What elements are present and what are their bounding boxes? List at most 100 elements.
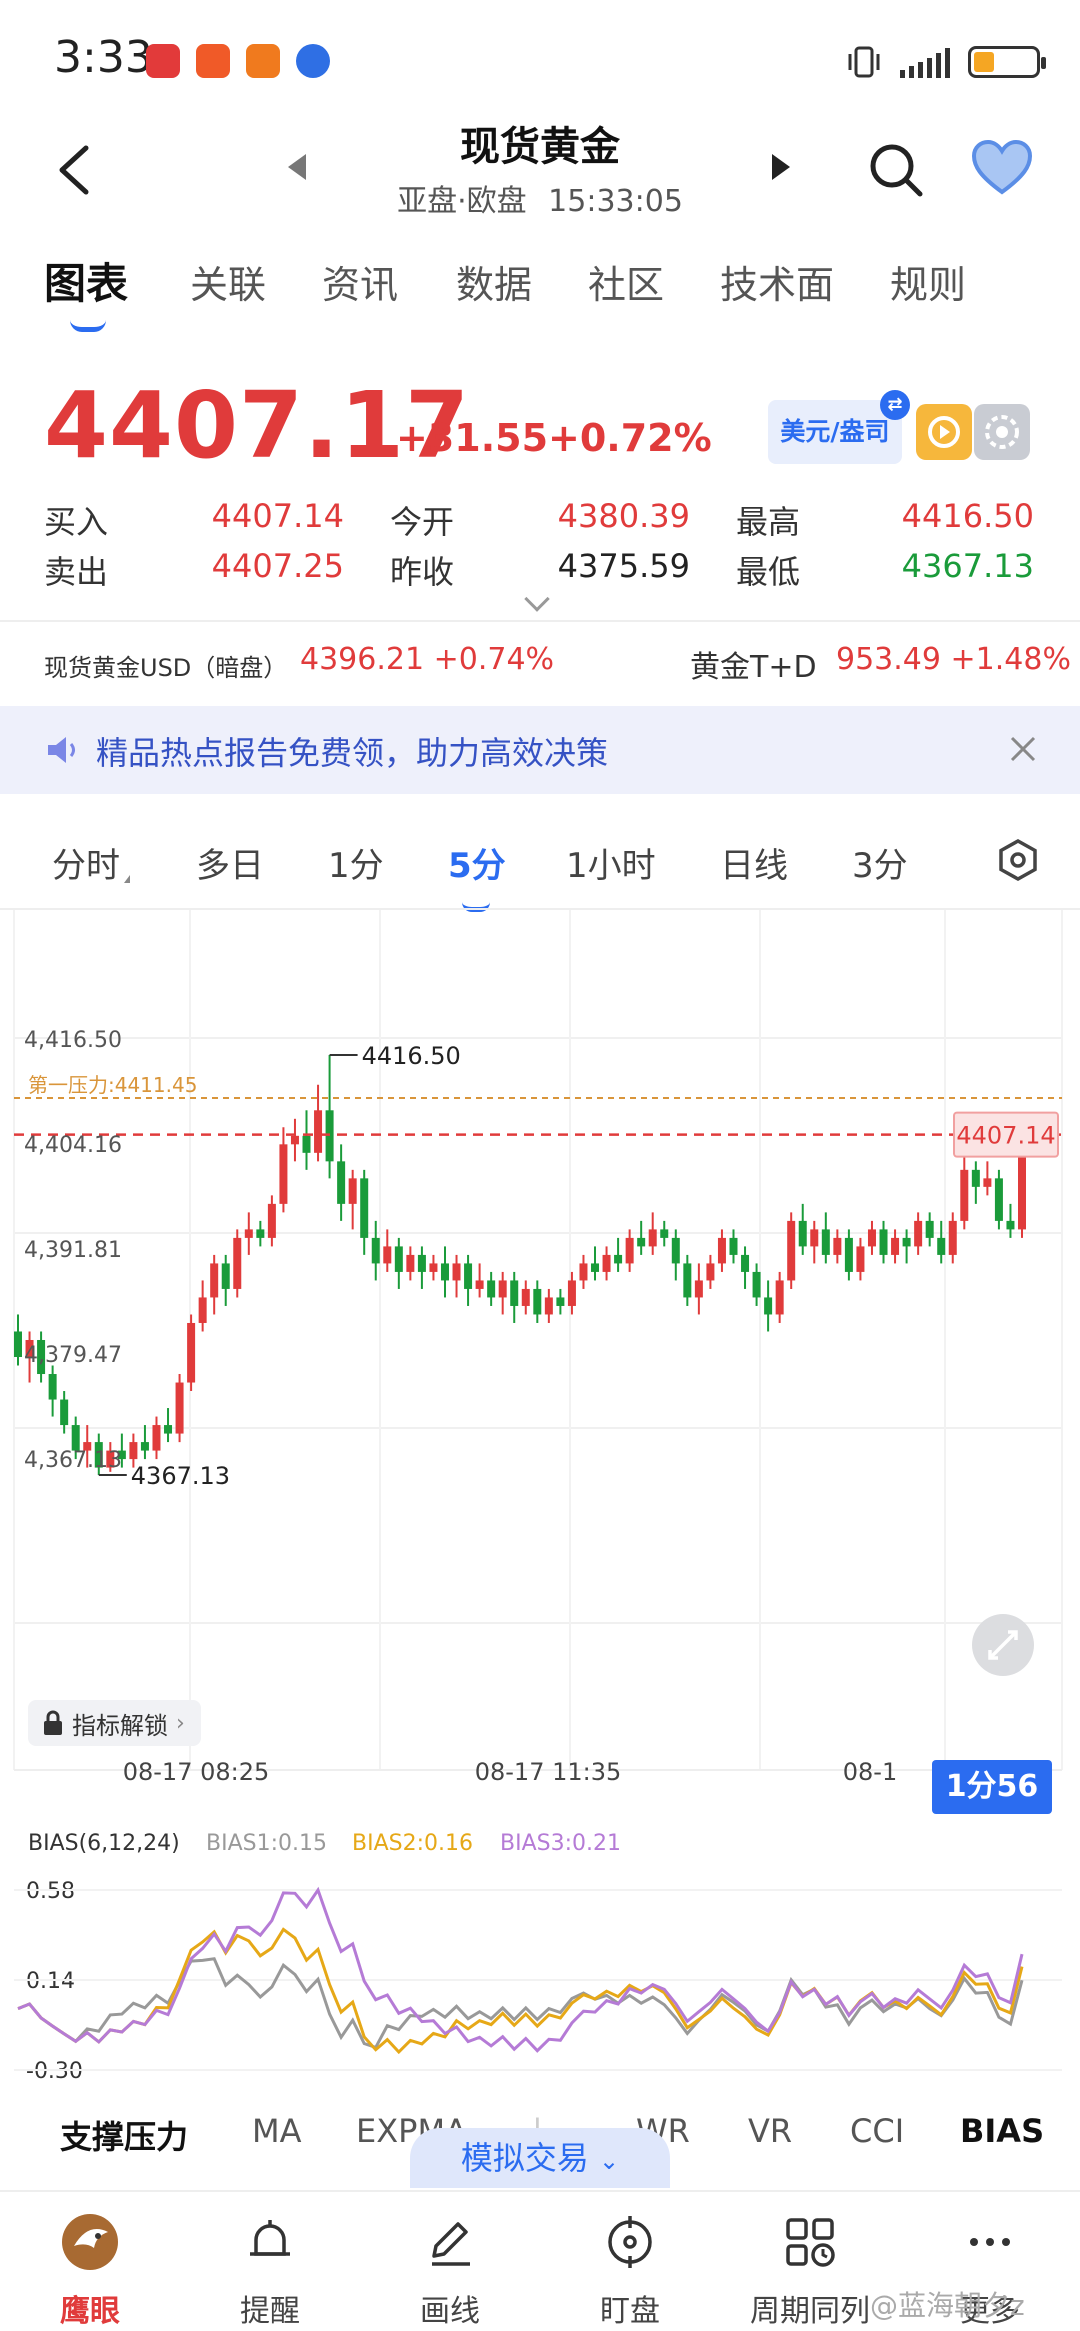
low-marker-label: 4367.13 — [131, 1462, 230, 1490]
candle-body — [625, 1237, 634, 1264]
candle-body — [937, 1237, 946, 1255]
notification-app-icon — [146, 44, 180, 78]
candle-body — [256, 1229, 265, 1238]
nav-alert[interactable]: 提醒 — [180, 2192, 360, 2331]
candle-body — [694, 1280, 703, 1298]
period-tab-label: 分时 — [52, 846, 120, 886]
candle-body — [267, 1203, 276, 1238]
period-tab-3min[interactable]: 3分 — [852, 838, 908, 887]
tab-data[interactable]: 数据 — [456, 254, 532, 309]
grid-clock-icon — [786, 2218, 835, 2267]
indicator-tab-support[interactable]: 支撑压力 — [60, 2112, 188, 2158]
candle-body — [637, 1237, 646, 1247]
crosshair-icon — [608, 2216, 652, 2268]
tab-rules[interactable]: 规则 — [890, 254, 966, 309]
chevron-down-icon: ⌄ — [599, 2147, 620, 2175]
candle-body — [775, 1280, 784, 1315]
candle-body — [452, 1263, 461, 1281]
simulated-trading-button[interactable]: 模拟交易 ⌄ — [410, 2128, 670, 2188]
period-tab-1hour[interactable]: 1小时 — [566, 838, 656, 887]
candle-body — [337, 1161, 346, 1204]
tab-community[interactable]: 社区 — [588, 254, 664, 309]
candle-body — [994, 1178, 1003, 1221]
candle-body — [752, 1271, 761, 1298]
x-tick-label: 08-1 — [843, 1758, 897, 1786]
candle-body — [660, 1229, 669, 1238]
notification-app-icon — [196, 44, 230, 78]
period-tab-daily[interactable]: 日线 — [720, 838, 788, 887]
nav-watch[interactable]: 盯盘 — [540, 2192, 720, 2331]
sell-price: 4407.25 — [211, 547, 344, 585]
candle-body — [925, 1220, 934, 1238]
nav-eagle-eye[interactable]: 鹰眼 — [0, 2192, 180, 2331]
tab-chart[interactable]: 图表 — [44, 250, 128, 311]
candle-body — [614, 1254, 623, 1264]
unlock-indicator-button[interactable]: 指标解锁 › — [28, 1700, 201, 1746]
bias-title: BIAS(6,12,24) — [28, 1831, 180, 1856]
y-tick-label: 4,416.50 — [24, 1028, 122, 1053]
candle-countdown: 1分56秒 — [932, 1760, 1052, 1858]
indicator-tab-ma[interactable]: MA — [252, 2112, 302, 2150]
candle-body — [879, 1229, 888, 1255]
more-dots-icon — [970, 2238, 1010, 2246]
period-tab-intraday[interactable]: 分时 — [52, 838, 130, 887]
candle-body — [567, 1280, 576, 1306]
gear-compare-icon — [985, 415, 1019, 449]
bias-y-tick: 0.14 — [26, 1969, 75, 1994]
favorite-heart-icon[interactable] — [970, 138, 1034, 198]
period-tab-multiday[interactable]: 多日 — [196, 838, 264, 887]
notification-app-icon — [246, 44, 280, 78]
candle-body — [198, 1297, 207, 1323]
bias3-line — [17, 1886, 1024, 2053]
next-instrument-button[interactable] — [772, 154, 790, 180]
bias-indicator-chart[interactable]: BIAS(6,12,24) BIAS1:0.15 BIAS2:0.16 BIAS3:0… — [0, 1820, 1080, 2090]
bias2-line — [17, 1927, 1024, 2055]
candle-body — [510, 1280, 519, 1306]
settings-hexagon-icon[interactable] — [996, 838, 1040, 882]
candle-body — [556, 1297, 565, 1306]
speaker-icon — [48, 737, 75, 763]
candle-body — [683, 1263, 692, 1298]
indicator-tab-vr[interactable]: VR — [748, 2112, 792, 2150]
notification-app-icon — [296, 44, 330, 78]
dark-market-value: 4396.21 +0.74% — [300, 642, 555, 677]
currency-toggle-button[interactable]: 美元/盎司 ⇄ — [768, 390, 910, 464]
tab-technical[interactable]: 技术面 — [720, 254, 834, 309]
compare-button[interactable] — [974, 404, 1030, 460]
fullscreen-button[interactable] — [972, 1614, 1034, 1676]
candle-body — [1006, 1220, 1015, 1230]
candle-body — [971, 1169, 980, 1187]
status-bar: 3:33 — [0, 0, 1080, 120]
nav-draw-line[interactable]: 画线 — [360, 2192, 540, 2331]
period-tabs: 分时 多日 1分 5分 1小时 日线 3分 — [0, 820, 1080, 912]
battery-icon — [968, 46, 1046, 78]
candlestick-chart[interactable]: 第一压力:4411.45 4407.14 4,416.50 4,404.16 4,391… — [0, 910, 1080, 1819]
nav-label: 画线 — [420, 2294, 480, 2329]
candle-body — [348, 1178, 357, 1204]
indicator-tab-bias[interactable]: BIAS — [960, 2112, 1044, 2150]
replay-icon — [928, 416, 960, 448]
tab-news[interactable]: 资讯 — [322, 254, 398, 309]
candle-body — [498, 1280, 507, 1298]
candle-body — [648, 1229, 657, 1247]
promo-banner[interactable]: 精品热点报告免费领，助力高效决策 — [0, 706, 1080, 794]
close-icon[interactable] — [1008, 734, 1038, 764]
candle-body — [429, 1263, 438, 1272]
related-markets-row[interactable]: 现货黄金USD（暗盘） 4396.21 +0.74% 黄金T+D 953.49 … — [0, 630, 1080, 700]
candle-body — [867, 1229, 876, 1247]
x-tick-label: 08-17 08:25 — [123, 1758, 270, 1786]
period-tab-5min[interactable]: 5分 — [448, 838, 506, 887]
y-tick-label: 4,404.16 — [24, 1133, 122, 1158]
indicator-tab-cci[interactable]: CCI — [850, 2112, 904, 2150]
session-clock: 15:33:05 — [548, 184, 683, 219]
nav-label: 鹰眼 — [60, 2294, 120, 2329]
expand-icon — [988, 1630, 1018, 1660]
candle-body — [464, 1263, 473, 1289]
candle-body — [787, 1220, 796, 1281]
search-icon[interactable] — [866, 140, 926, 200]
tab-related[interactable]: 关联 — [190, 254, 266, 309]
candle-body — [60, 1399, 69, 1426]
replay-button[interactable] — [916, 404, 972, 460]
period-tab-1min[interactable]: 1分 — [328, 838, 384, 887]
prev-close-label: 昨收 — [390, 553, 455, 591]
